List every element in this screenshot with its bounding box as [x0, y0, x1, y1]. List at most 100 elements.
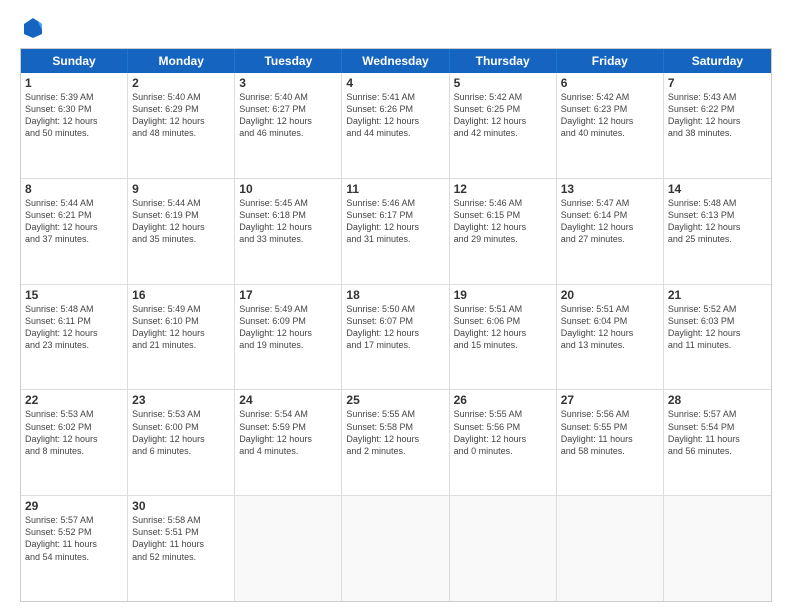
header-day: Friday: [557, 49, 664, 73]
calendar-cell: 21Sunrise: 5:52 AMSunset: 6:03 PMDayligh…: [664, 285, 771, 390]
day-number: 9: [132, 182, 230, 196]
day-info: Sunrise: 5:47 AMSunset: 6:14 PMDaylight:…: [561, 197, 659, 246]
day-info: Sunrise: 5:46 AMSunset: 6:17 PMDaylight:…: [346, 197, 444, 246]
calendar-cell: 6Sunrise: 5:42 AMSunset: 6:23 PMDaylight…: [557, 73, 664, 178]
calendar-cell: 4Sunrise: 5:41 AMSunset: 6:26 PMDaylight…: [342, 73, 449, 178]
day-number: 8: [25, 182, 123, 196]
day-number: 24: [239, 393, 337, 407]
day-info: Sunrise: 5:40 AMSunset: 6:27 PMDaylight:…: [239, 91, 337, 140]
calendar-cell: 29Sunrise: 5:57 AMSunset: 5:52 PMDayligh…: [21, 496, 128, 601]
day-info: Sunrise: 5:58 AMSunset: 5:51 PMDaylight:…: [132, 514, 230, 563]
day-number: 29: [25, 499, 123, 513]
day-info: Sunrise: 5:45 AMSunset: 6:18 PMDaylight:…: [239, 197, 337, 246]
calendar-cell: 24Sunrise: 5:54 AMSunset: 5:59 PMDayligh…: [235, 390, 342, 495]
calendar-cell: 17Sunrise: 5:49 AMSunset: 6:09 PMDayligh…: [235, 285, 342, 390]
calendar-cell: 16Sunrise: 5:49 AMSunset: 6:10 PMDayligh…: [128, 285, 235, 390]
calendar-cell: [557, 496, 664, 601]
day-info: Sunrise: 5:55 AMSunset: 5:56 PMDaylight:…: [454, 408, 552, 457]
calendar-cell: 25Sunrise: 5:55 AMSunset: 5:58 PMDayligh…: [342, 390, 449, 495]
calendar-week: 15Sunrise: 5:48 AMSunset: 6:11 PMDayligh…: [21, 284, 771, 390]
day-number: 25: [346, 393, 444, 407]
calendar-cell: 9Sunrise: 5:44 AMSunset: 6:19 PMDaylight…: [128, 179, 235, 284]
day-info: Sunrise: 5:55 AMSunset: 5:58 PMDaylight:…: [346, 408, 444, 457]
calendar-cell: 19Sunrise: 5:51 AMSunset: 6:06 PMDayligh…: [450, 285, 557, 390]
calendar-cell: 11Sunrise: 5:46 AMSunset: 6:17 PMDayligh…: [342, 179, 449, 284]
calendar-cell: 28Sunrise: 5:57 AMSunset: 5:54 PMDayligh…: [664, 390, 771, 495]
logo: [20, 16, 44, 38]
header-day: Wednesday: [342, 49, 449, 73]
calendar-cell: 8Sunrise: 5:44 AMSunset: 6:21 PMDaylight…: [21, 179, 128, 284]
calendar-cell: 27Sunrise: 5:56 AMSunset: 5:55 PMDayligh…: [557, 390, 664, 495]
day-number: 30: [132, 499, 230, 513]
day-number: 12: [454, 182, 552, 196]
calendar-cell: 26Sunrise: 5:55 AMSunset: 5:56 PMDayligh…: [450, 390, 557, 495]
day-number: 11: [346, 182, 444, 196]
calendar-cell: 7Sunrise: 5:43 AMSunset: 6:22 PMDaylight…: [664, 73, 771, 178]
day-number: 10: [239, 182, 337, 196]
calendar-cell: 23Sunrise: 5:53 AMSunset: 6:00 PMDayligh…: [128, 390, 235, 495]
calendar-cell: [235, 496, 342, 601]
day-info: Sunrise: 5:44 AMSunset: 6:21 PMDaylight:…: [25, 197, 123, 246]
calendar-cell: 12Sunrise: 5:46 AMSunset: 6:15 PMDayligh…: [450, 179, 557, 284]
calendar-week: 1Sunrise: 5:39 AMSunset: 6:30 PMDaylight…: [21, 73, 771, 178]
calendar-cell: 15Sunrise: 5:48 AMSunset: 6:11 PMDayligh…: [21, 285, 128, 390]
day-number: 3: [239, 76, 337, 90]
calendar-week: 29Sunrise: 5:57 AMSunset: 5:52 PMDayligh…: [21, 495, 771, 601]
day-number: 1: [25, 76, 123, 90]
day-info: Sunrise: 5:46 AMSunset: 6:15 PMDaylight:…: [454, 197, 552, 246]
day-info: Sunrise: 5:57 AMSunset: 5:54 PMDaylight:…: [668, 408, 767, 457]
day-number: 7: [668, 76, 767, 90]
day-number: 15: [25, 288, 123, 302]
calendar-cell: 30Sunrise: 5:58 AMSunset: 5:51 PMDayligh…: [128, 496, 235, 601]
day-number: 5: [454, 76, 552, 90]
calendar-cell: 20Sunrise: 5:51 AMSunset: 6:04 PMDayligh…: [557, 285, 664, 390]
day-number: 19: [454, 288, 552, 302]
logo-icon: [22, 16, 44, 38]
day-info: Sunrise: 5:43 AMSunset: 6:22 PMDaylight:…: [668, 91, 767, 140]
calendar-cell: [342, 496, 449, 601]
calendar-week: 8Sunrise: 5:44 AMSunset: 6:21 PMDaylight…: [21, 178, 771, 284]
day-number: 21: [668, 288, 767, 302]
day-info: Sunrise: 5:52 AMSunset: 6:03 PMDaylight:…: [668, 303, 767, 352]
header-day: Thursday: [450, 49, 557, 73]
day-info: Sunrise: 5:41 AMSunset: 6:26 PMDaylight:…: [346, 91, 444, 140]
day-info: Sunrise: 5:44 AMSunset: 6:19 PMDaylight:…: [132, 197, 230, 246]
day-number: 16: [132, 288, 230, 302]
calendar-cell: 13Sunrise: 5:47 AMSunset: 6:14 PMDayligh…: [557, 179, 664, 284]
calendar-header: SundayMondayTuesdayWednesdayThursdayFrid…: [21, 49, 771, 73]
day-info: Sunrise: 5:50 AMSunset: 6:07 PMDaylight:…: [346, 303, 444, 352]
day-info: Sunrise: 5:48 AMSunset: 6:11 PMDaylight:…: [25, 303, 123, 352]
day-number: 27: [561, 393, 659, 407]
day-info: Sunrise: 5:48 AMSunset: 6:13 PMDaylight:…: [668, 197, 767, 246]
day-info: Sunrise: 5:56 AMSunset: 5:55 PMDaylight:…: [561, 408, 659, 457]
day-info: Sunrise: 5:54 AMSunset: 5:59 PMDaylight:…: [239, 408, 337, 457]
day-number: 6: [561, 76, 659, 90]
day-info: Sunrise: 5:42 AMSunset: 6:23 PMDaylight:…: [561, 91, 659, 140]
day-number: 17: [239, 288, 337, 302]
day-number: 2: [132, 76, 230, 90]
calendar-cell: 14Sunrise: 5:48 AMSunset: 6:13 PMDayligh…: [664, 179, 771, 284]
day-info: Sunrise: 5:51 AMSunset: 6:04 PMDaylight:…: [561, 303, 659, 352]
calendar-body: 1Sunrise: 5:39 AMSunset: 6:30 PMDaylight…: [21, 73, 771, 601]
day-number: 18: [346, 288, 444, 302]
day-number: 22: [25, 393, 123, 407]
calendar-cell: 3Sunrise: 5:40 AMSunset: 6:27 PMDaylight…: [235, 73, 342, 178]
calendar-cell: 10Sunrise: 5:45 AMSunset: 6:18 PMDayligh…: [235, 179, 342, 284]
header-day: Monday: [128, 49, 235, 73]
calendar-cell: 1Sunrise: 5:39 AMSunset: 6:30 PMDaylight…: [21, 73, 128, 178]
calendar: SundayMondayTuesdayWednesdayThursdayFrid…: [20, 48, 772, 602]
calendar-cell: [450, 496, 557, 601]
day-number: 20: [561, 288, 659, 302]
day-info: Sunrise: 5:53 AMSunset: 6:00 PMDaylight:…: [132, 408, 230, 457]
calendar-cell: 2Sunrise: 5:40 AMSunset: 6:29 PMDaylight…: [128, 73, 235, 178]
day-info: Sunrise: 5:42 AMSunset: 6:25 PMDaylight:…: [454, 91, 552, 140]
calendar-cell: 18Sunrise: 5:50 AMSunset: 6:07 PMDayligh…: [342, 285, 449, 390]
day-info: Sunrise: 5:53 AMSunset: 6:02 PMDaylight:…: [25, 408, 123, 457]
header-day: Saturday: [664, 49, 771, 73]
calendar-week: 22Sunrise: 5:53 AMSunset: 6:02 PMDayligh…: [21, 389, 771, 495]
calendar-cell: [664, 496, 771, 601]
day-number: 23: [132, 393, 230, 407]
day-number: 28: [668, 393, 767, 407]
calendar-cell: 22Sunrise: 5:53 AMSunset: 6:02 PMDayligh…: [21, 390, 128, 495]
day-info: Sunrise: 5:57 AMSunset: 5:52 PMDaylight:…: [25, 514, 123, 563]
